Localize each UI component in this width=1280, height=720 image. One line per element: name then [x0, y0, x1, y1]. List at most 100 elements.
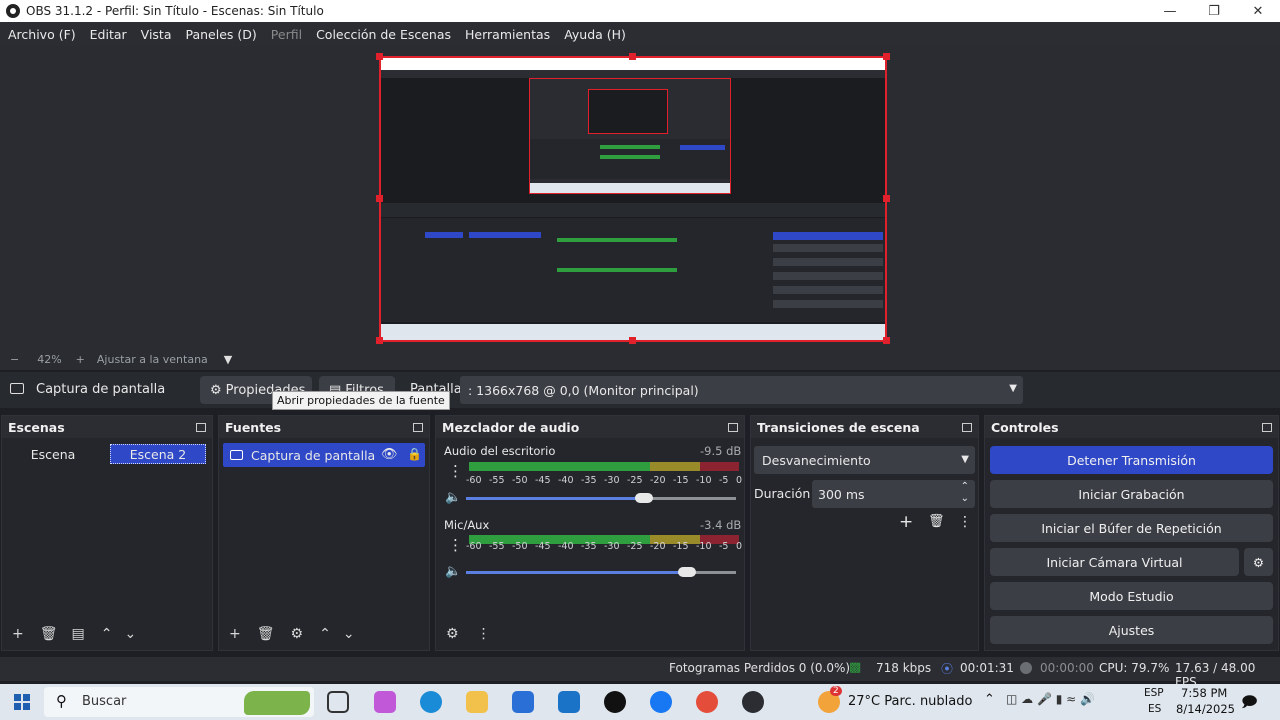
scene-item-selected[interactable]: Escena 2: [110, 444, 206, 464]
filter-icon[interactable]: ▤: [72, 626, 85, 642]
start-virtual-camera-button[interactable]: Iniciar Cámara Virtual: [990, 548, 1239, 576]
volume-slider-knob[interactable]: [678, 567, 697, 577]
chrome-icon[interactable]: [696, 691, 718, 713]
zoom-out-icon[interactable]: −: [10, 353, 19, 366]
clock-time[interactable]: 7:58 PM: [1181, 686, 1227, 700]
fit-window-label[interactable]: Ajustar a la ventana: [97, 353, 208, 366]
close-icon[interactable]: ✕: [1236, 0, 1280, 22]
undock-icon[interactable]: [196, 422, 206, 432]
zoom-in-icon[interactable]: +: [76, 353, 85, 366]
menu-file[interactable]: Archivo (F): [8, 27, 76, 42]
resize-handle[interactable]: [883, 337, 890, 344]
resize-handle[interactable]: [883, 195, 890, 202]
preview-area[interactable]: [0, 46, 1280, 348]
kebab-menu-icon[interactable]: ⋮: [477, 626, 491, 642]
volume-slider-knob[interactable]: [635, 493, 654, 503]
channel-db: -9.5 dB: [700, 444, 742, 458]
chevron-up-icon[interactable]: ⌃: [961, 481, 969, 492]
resize-handle[interactable]: [376, 53, 383, 60]
menu-tools[interactable]: Herramientas: [465, 27, 550, 42]
undock-icon[interactable]: [1262, 422, 1272, 432]
stop-streaming-button[interactable]: Detener Transmisión: [990, 446, 1273, 474]
virtual-camera-settings-button[interactable]: ⚙: [1244, 548, 1273, 576]
chevron-up-icon[interactable]: ⌃: [984, 692, 995, 707]
undock-icon[interactable]: [962, 422, 972, 432]
speaker-icon[interactable]: 🔈: [445, 490, 461, 505]
gear-icon[interactable]: ⚙: [291, 626, 304, 642]
menu-profile[interactable]: Perfil: [271, 27, 302, 42]
duration-input[interactable]: 300 ms ⌃ ⌄: [812, 480, 975, 508]
stream-time: 00:01:31: [960, 661, 1014, 675]
weather-text: 27°C Parc. nublado: [848, 694, 973, 709]
language-top[interactable]: ESP: [1144, 687, 1164, 699]
task-view-icon[interactable]: [327, 691, 349, 713]
sources-dock: Fuentes Captura de pantalla 👁 🔒 + 🗑 ⚙ ⌃ …: [218, 415, 430, 651]
resize-handle[interactable]: [883, 53, 890, 60]
language-bottom[interactable]: ES: [1148, 703, 1161, 715]
file-explorer-icon[interactable]: [466, 691, 488, 713]
trash-icon[interactable]: 🗑: [40, 626, 58, 642]
restore-icon[interactable]: ❐: [1192, 0, 1236, 22]
bitrate: 718 kbps: [876, 661, 932, 675]
minimize-icon[interactable]: —: [1148, 0, 1192, 22]
menu-scene-collection[interactable]: Colección de Escenas: [316, 27, 451, 42]
store-icon[interactable]: [512, 691, 534, 713]
tray-icons[interactable]: ◫ ☁ 🎤 ▮ ≈ 🔊: [1006, 692, 1095, 706]
trash-icon[interactable]: 🗑: [928, 514, 945, 529]
cpu-usage: CPU: 79.7%: [1099, 661, 1170, 675]
menu-edit[interactable]: Editar: [90, 27, 127, 42]
resize-handle[interactable]: [376, 195, 383, 202]
chevron-down-icon[interactable]: ⌄: [124, 626, 136, 642]
trash-icon[interactable]: 🗑: [257, 626, 275, 642]
start-recording-button[interactable]: Iniciar Grabación: [990, 480, 1273, 508]
tiktok-icon[interactable]: [604, 691, 626, 713]
source-item[interactable]: Captura de pantalla 👁 🔒: [223, 443, 425, 467]
outlook-icon[interactable]: [558, 691, 580, 713]
zoom-dropdown-icon[interactable]: ▼: [224, 353, 232, 366]
menu-bar: Archivo (F) Editar Vista Paneles (D) Per…: [0, 22, 1280, 46]
channel-name: Mic/Aux: [444, 518, 490, 532]
menu-view[interactable]: Vista: [141, 27, 172, 42]
obs-icon[interactable]: [742, 691, 764, 713]
studio-mode-button[interactable]: Modo Estudio: [990, 582, 1273, 610]
settings-button[interactable]: Ajustes: [990, 616, 1273, 644]
menu-docks[interactable]: Paneles (D): [186, 27, 257, 42]
chevron-down-icon[interactable]: ⌄: [961, 493, 969, 504]
chevron-up-icon[interactable]: ⌃: [319, 626, 331, 642]
menu-help[interactable]: Ayuda (H): [564, 27, 626, 42]
undock-icon[interactable]: [728, 422, 738, 432]
undock-icon[interactable]: [413, 422, 423, 432]
add-icon[interactable]: +: [12, 626, 24, 642]
edge-icon[interactable]: [420, 691, 442, 713]
taskbar-search[interactable]: ⚲ Buscar: [44, 687, 314, 717]
chevron-up-icon[interactable]: ⌃: [101, 626, 113, 642]
notifications-icon[interactable]: 🗩: [1241, 692, 1258, 717]
kebab-menu-icon[interactable]: ⋮: [448, 536, 463, 554]
monitor-icon: [230, 450, 243, 460]
facebook-icon[interactable]: [650, 691, 672, 713]
windows-start-icon[interactable]: [14, 694, 30, 710]
sources-title: Fuentes: [225, 419, 282, 435]
resize-handle[interactable]: [629, 53, 636, 60]
preview-canvas[interactable]: [379, 56, 887, 342]
speaker-icon[interactable]: 🔈: [445, 564, 461, 579]
resize-handle[interactable]: [376, 337, 383, 344]
scene-item[interactable]: Escena: [5, 444, 101, 464]
display-select[interactable]: : 1366x768 @ 0,0 (Monitor principal) ▼: [460, 376, 1023, 404]
kebab-menu-icon[interactable]: ⋮: [448, 462, 463, 480]
eye-icon[interactable]: 👁: [381, 447, 398, 462]
chevron-down-icon[interactable]: ⌄: [343, 626, 355, 642]
kebab-menu-icon[interactable]: ⋮: [958, 514, 972, 530]
lock-icon[interactable]: 🔒: [407, 447, 422, 461]
add-icon[interactable]: +: [899, 512, 913, 532]
add-icon[interactable]: +: [229, 626, 241, 642]
transition-select-value: Desvanecimiento: [762, 452, 871, 468]
audio-meter: [469, 462, 739, 471]
copilot-icon[interactable]: [374, 691, 396, 713]
search-placeholder: Buscar: [82, 694, 127, 709]
clock-date[interactable]: 8/14/2025: [1176, 702, 1235, 716]
transition-select[interactable]: Desvanecimiento ▼: [754, 446, 975, 474]
start-replay-buffer-button[interactable]: Iniciar el Búfer de Repetición: [990, 514, 1273, 542]
advanced-audio-icon[interactable]: ⚙: [446, 626, 459, 642]
resize-handle[interactable]: [629, 337, 636, 344]
